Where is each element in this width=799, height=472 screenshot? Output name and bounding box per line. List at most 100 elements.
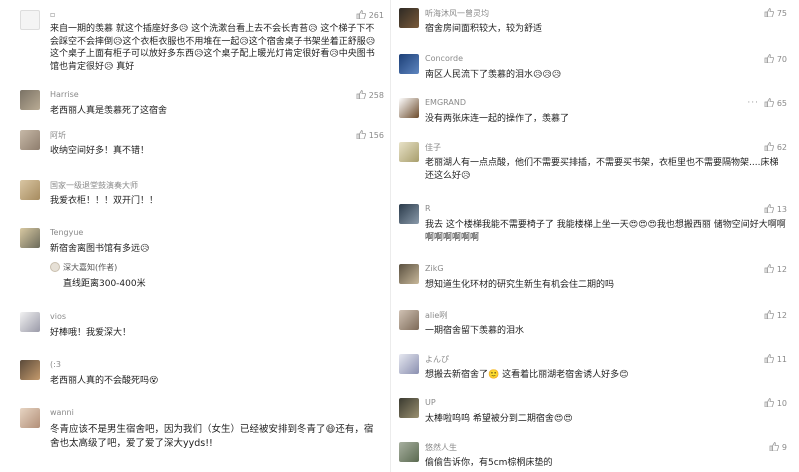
more-options-icon[interactable]: ··· xyxy=(747,98,759,108)
comment-text: 南区人民流下了羡慕的泪水😥😥😥 xyxy=(425,70,562,80)
comment-text: 太棒啦呜呜 希望被分到二期宿舍😍😍 xyxy=(425,414,573,424)
avatar[interactable] xyxy=(20,228,40,248)
thumb-up-icon xyxy=(764,54,774,63)
comment-item: Harrise 258 老西丽人真是羡慕死了这宿舍 xyxy=(0,90,396,122)
like-button[interactable]: 9 xyxy=(769,442,787,452)
author-avatar[interactable] xyxy=(50,262,60,272)
like-button[interactable]: 11 xyxy=(764,354,787,364)
username[interactable]: Concorde xyxy=(425,54,463,63)
like-button[interactable]: 13 xyxy=(764,204,787,214)
avatar[interactable] xyxy=(399,204,419,224)
avatar[interactable] xyxy=(399,54,419,74)
like-button[interactable]: 156 xyxy=(356,130,384,140)
avatar[interactable] xyxy=(20,180,40,200)
avatar[interactable] xyxy=(399,398,419,418)
avatar[interactable] xyxy=(20,130,40,150)
comment-text: 收纳空间好多！真不错！ xyxy=(50,146,150,156)
username[interactable]: 阿圻 xyxy=(50,130,66,141)
comment-text: 好棒哦！我爱深大！ xyxy=(50,328,132,338)
like-button[interactable]: 62 xyxy=(764,142,787,152)
comment-text: 想搬去新宿舍了🙂 这看着比丽湖老宿舍诱人好多😊 xyxy=(425,370,629,380)
username[interactable]: Tengyue xyxy=(50,228,83,237)
author-name[interactable]: 深大嘉知(作者) xyxy=(63,262,117,273)
avatar[interactable] xyxy=(399,310,419,330)
thumb-up-icon xyxy=(764,354,774,363)
comment-item: R 13 我去 这个楼梯我能不需要椅子了 我能楼梯上坐一天😍😍😍我也想搬西丽 储… xyxy=(389,204,799,250)
username[interactable]: alie咧 xyxy=(425,310,447,321)
comment-text: 我爱衣柜！！！双开门！！ xyxy=(50,196,159,206)
username[interactable]: wanni xyxy=(50,408,74,417)
username[interactable]: 悠然人生 xyxy=(425,442,457,453)
username[interactable]: 国家一级退堂鼓演奏大师 xyxy=(50,180,138,191)
reply-text: 直线距离300-400米 xyxy=(63,279,146,289)
username[interactable]: よんぴ xyxy=(425,354,449,365)
avatar[interactable] xyxy=(399,354,419,374)
comment-text: 我去 这个楼梯我能不需要椅子了 我能楼梯上坐一天😍😍😍我也想搬西丽 储物空间好大… xyxy=(425,220,786,243)
avatar[interactable] xyxy=(20,312,40,332)
avatar[interactable] xyxy=(399,142,419,162)
comment-text: 宿舍房间面积较大，较为舒适 xyxy=(425,24,543,34)
avatar[interactable] xyxy=(399,98,419,118)
comment-item: EMGRAND ··· 65 没有两张床连一起的操作了，羡慕了 xyxy=(389,98,799,130)
like-button[interactable]: 258 xyxy=(356,90,384,100)
like-button[interactable]: 12 xyxy=(764,264,787,274)
avatar[interactable] xyxy=(20,90,40,110)
avatar[interactable] xyxy=(20,408,40,428)
like-button[interactable]: 261 xyxy=(356,10,384,20)
thumb-up-icon xyxy=(769,442,779,451)
like-button[interactable]: 10 xyxy=(764,398,787,408)
username[interactable]: vios xyxy=(50,312,66,321)
left-column: ▫ 261 来自一期的羡慕 就这个插座好多😥 这个洗漱台看上去不会长青苔😥 这个… xyxy=(0,0,396,472)
like-button[interactable]: 65 xyxy=(764,98,787,108)
username[interactable]: (:3 xyxy=(50,360,61,369)
comment-text: 新宿舍离图书馆有多远😥 xyxy=(50,244,150,254)
comment-item: 阿圻 156 收纳空间好多！真不错！ xyxy=(0,130,396,162)
username[interactable]: ZikG xyxy=(425,264,444,273)
comment-feed: ▫ 261 来自一期的羡慕 就这个插座好多😥 这个洗漱台看上去不会长青苔😥 这个… xyxy=(0,0,799,472)
comment-item: wanni 冬青应该不是男生宿舍吧，因为我们（女生）已经被安排到冬青了😄还有，宿… xyxy=(0,408,396,470)
comment-item: 悠然人生 9 偷偷告诉你，有5cm棕桐床垫的 xyxy=(389,442,799,472)
thumb-up-icon xyxy=(764,98,774,107)
comment-text: 没有两张床连一起的操作了，羡慕了 xyxy=(425,114,570,124)
avatar[interactable] xyxy=(20,360,40,380)
comment-text: 来自一期的羡慕 就这个插座好多😥 这个洗漱台看上去不会长青苔😥 这个梯子下不会踩… xyxy=(50,24,376,72)
comment-item: (:3 老西丽人真的不会酸死吗😵 xyxy=(0,360,396,392)
username[interactable]: ▫ xyxy=(50,10,55,19)
username[interactable]: Harrise xyxy=(50,90,79,99)
like-count: 70 xyxy=(776,55,787,64)
like-count: 12 xyxy=(776,311,787,320)
comment-text: 老西丽人真是羡慕死了这宿舍 xyxy=(50,106,168,116)
like-button[interactable]: 75 xyxy=(764,8,787,18)
comment-text: 一期宿舍留下羡慕的泪水 xyxy=(425,326,525,336)
comment-item: ZikG 12 想知道生化环材的研究生新生有机会住二期的吗 xyxy=(389,264,799,296)
avatar[interactable] xyxy=(399,442,419,462)
username[interactable]: R xyxy=(425,204,431,213)
avatar[interactable] xyxy=(399,264,419,284)
thumb-up-icon xyxy=(764,310,774,319)
username[interactable]: 听海沐风一曾灵均 xyxy=(425,8,489,19)
username[interactable]: UP xyxy=(425,398,436,407)
comment-text: 想知道生化环材的研究生新生有机会住二期的吗 xyxy=(425,280,615,290)
like-count: 13 xyxy=(776,205,787,214)
thumb-up-icon xyxy=(356,130,366,139)
avatar[interactable] xyxy=(20,10,40,30)
thumb-up-icon xyxy=(356,90,366,99)
comment-text: 老丽湖人有一点点酸，他们不需要买排插，不需要买书架，衣柜里也不需要隔物架....… xyxy=(425,158,779,181)
comment-item: UP 10 太棒啦呜呜 希望被分到二期宿舍😍😍 xyxy=(389,398,799,430)
comment-item: 佳子 62 老丽湖人有一点点酸，他们不需要买排插，不需要买书架，衣柜里也不需要隔… xyxy=(389,142,799,188)
comment-text: 老西丽人真的不会酸死吗😵 xyxy=(50,376,159,386)
avatar[interactable] xyxy=(399,8,419,28)
username[interactable]: EMGRAND xyxy=(425,98,466,107)
like-count: 11 xyxy=(776,355,787,364)
thumb-up-icon xyxy=(764,8,774,17)
thumb-up-icon xyxy=(764,398,774,407)
username[interactable]: 佳子 xyxy=(425,142,441,153)
like-button[interactable]: 70 xyxy=(764,54,787,64)
like-button[interactable]: 12 xyxy=(764,310,787,320)
like-count: 9 xyxy=(781,443,787,452)
like-count: 261 xyxy=(368,11,384,20)
like-count: 258 xyxy=(368,91,384,100)
right-column: 听海沐风一曾灵均 75 宿舍房间面积较大，较为舒适 Concorde 70 南区… xyxy=(389,0,799,472)
comment-text: 冬青应该不是男生宿舍吧，因为我们（女生）已经被安排到冬青了😄还有，宿舍也太高级了… xyxy=(50,424,374,449)
like-count: 10 xyxy=(776,399,787,408)
